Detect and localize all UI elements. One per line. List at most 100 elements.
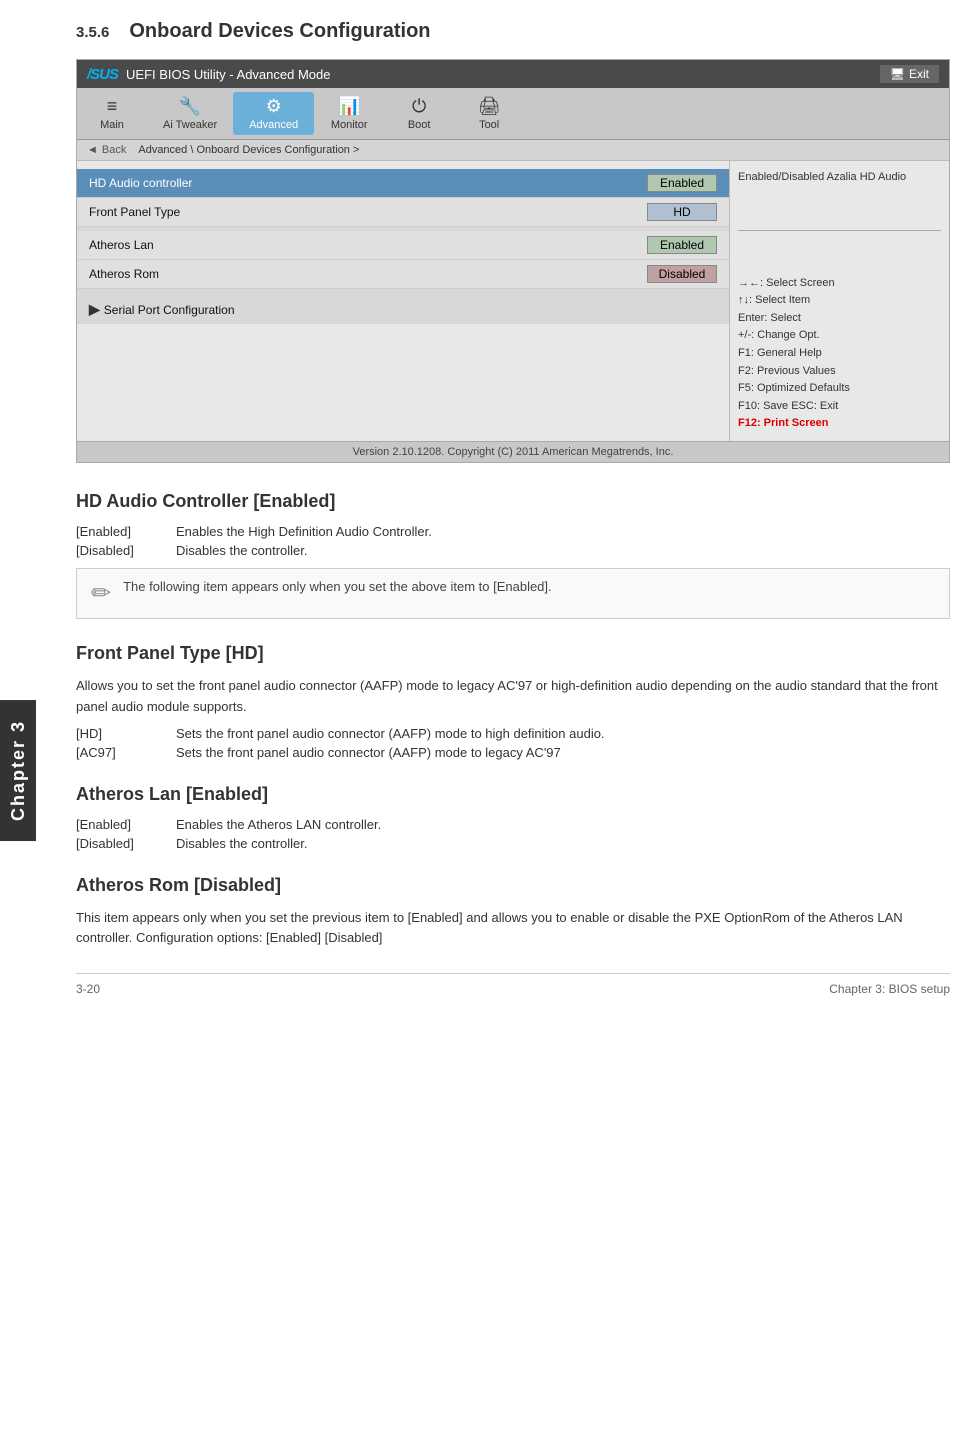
section-front-panel: Front Panel Type [HD] Allows you to set … [76, 643, 950, 760]
option-key-disabled: [Disabled] [76, 543, 176, 558]
nav-label-main: Main [100, 119, 124, 131]
bios-submenu-serial-port[interactable]: ▶ Serial Port Configuration [77, 295, 729, 324]
bios-row-hd-audio[interactable]: HD Audio controller Enabled [77, 169, 729, 198]
option-desc-ac97: Sets the front panel audio connector (AA… [176, 745, 561, 760]
shortcut-f1: F1: General Help [738, 345, 941, 363]
submenu-arrow-icon: ▶ [89, 301, 100, 318]
bios-version: Version 2.10.1208. Copyright (C) 2011 Am… [77, 441, 949, 462]
boot-icon: ⏻ [412, 96, 426, 117]
back-label[interactable]: Back [102, 144, 126, 156]
bios-row-front-panel[interactable]: Front Panel Type HD [77, 198, 729, 227]
nav-item-monitor[interactable]: 📊 Monitor [314, 92, 384, 135]
shortcut-change-opt: +/-: Change Opt. [738, 327, 941, 345]
atheros-lan-option-enabled: [Enabled] Enables the Atheros LAN contro… [76, 817, 950, 832]
shortcut-f12: F12: Print Screen [738, 415, 941, 433]
footer-right: Chapter 3: BIOS setup [829, 982, 950, 996]
shortcut-select-item: ↑↓: Select Item [738, 292, 941, 310]
nav-label-monitor: Monitor [331, 119, 368, 131]
row-label-hd-audio: HD Audio controller [89, 176, 647, 190]
section-heading: 3.5.6 Onboard Devices Configuration [76, 20, 950, 43]
nav-item-tool[interactable]: 🖨 Tool [454, 92, 524, 135]
atheros-lan-heading: Atheros Lan [Enabled] [76, 784, 950, 807]
nav-label-ai-tweaker: Ai Tweaker [163, 119, 217, 131]
front-panel-body: Allows you to set the front panel audio … [76, 676, 950, 718]
row-label-front-panel: Front Panel Type [89, 205, 647, 219]
back-arrow-icon: ◄ [87, 144, 98, 156]
note-box: ✏ The following item appears only when y… [76, 568, 950, 619]
row-value-front-panel: HD [647, 203, 717, 221]
row-value-atheros-lan: Enabled [647, 236, 717, 254]
atheros-lan-desc-enabled: Enables the Atheros LAN controller. [176, 817, 381, 832]
hd-audio-option-disabled: [Disabled] Disables the controller. [76, 543, 950, 558]
exit-icon: 🖥 [890, 67, 905, 81]
shortcut-select-screen: →←: Select Screen [738, 275, 941, 293]
shortcut-f10-esc: F10: Save ESC: Exit [738, 398, 941, 416]
section-atheros-lan: Atheros Lan [Enabled] [Enabled] Enables … [76, 784, 950, 851]
bios-titlebar: /SUS UEFI BIOS Utility - Advanced Mode 🖥… [77, 60, 949, 88]
hd-audio-option-enabled: [Enabled] Enables the High Definition Au… [76, 524, 950, 539]
atheros-lan-key-enabled: [Enabled] [76, 817, 176, 832]
nav-label-advanced: Advanced [249, 119, 298, 131]
bios-titlebar-left: /SUS UEFI BIOS Utility - Advanced Mode [87, 66, 330, 83]
exit-button[interactable]: 🖥 Exit [880, 65, 939, 83]
front-panel-option-ac97: [AC97] Sets the front panel audio connec… [76, 745, 950, 760]
chapter-label: Chapter 3 [8, 720, 28, 821]
atheros-lan-option-disabled: [Disabled] Disables the controller. [76, 836, 950, 851]
hd-audio-heading: HD Audio Controller [Enabled] [76, 491, 950, 514]
bios-right-panel: Enabled/Disabled Azalia HD Audio →←: Sel… [729, 161, 949, 441]
option-key-ac97: [AC97] [76, 745, 176, 760]
advanced-icon: ⚙ [266, 96, 282, 117]
section-atheros-rom: Atheros Rom [Disabled] This item appears… [76, 875, 950, 950]
shortcut-f5: F5: Optimized Defaults [738, 380, 941, 398]
breadcrumb-path: Advanced \ Onboard Devices Configuration… [138, 144, 359, 156]
row-value-hd-audio: Enabled [647, 174, 717, 192]
bios-nav: ≡ Main 🔧 Ai Tweaker ⚙ Advanced 📊 Monitor [77, 88, 949, 140]
row-label-atheros-rom: Atheros Rom [89, 267, 647, 281]
option-desc-enabled: Enables the High Definition Audio Contro… [176, 524, 432, 539]
section-title: Onboard Devices Configuration [129, 20, 430, 43]
row-value-atheros-rom: Disabled [647, 265, 717, 283]
nav-label-boot: Boot [408, 119, 431, 131]
nav-item-advanced[interactable]: ⚙ Advanced [233, 92, 314, 135]
row-label-atheros-lan: Atheros Lan [89, 238, 647, 252]
bios-title-text: UEFI BIOS Utility - Advanced Mode [126, 67, 330, 82]
bios-left-panel: HD Audio controller Enabled Front Panel … [77, 161, 729, 441]
atheros-rom-heading: Atheros Rom [Disabled] [76, 875, 950, 898]
front-panel-option-hd: [HD] Sets the front panel audio connecto… [76, 726, 950, 741]
bios-help-text: Enabled/Disabled Azalia HD Audio [738, 169, 941, 186]
atheros-lan-desc-disabled: Disables the controller. [176, 836, 308, 851]
nav-label-tool: Tool [479, 119, 499, 131]
asus-logo: /SUS [87, 66, 118, 83]
main-icon: ≡ [107, 96, 118, 117]
nav-item-main[interactable]: ≡ Main [77, 92, 147, 135]
bios-row-atheros-lan[interactable]: Atheros Lan Enabled [77, 231, 729, 260]
section-hd-audio: HD Audio Controller [Enabled] [Enabled] … [76, 491, 950, 619]
bios-content: HD Audio controller Enabled Front Panel … [77, 161, 949, 441]
bios-ui-box: /SUS UEFI BIOS Utility - Advanced Mode 🖥… [76, 59, 950, 463]
bios-row-atheros-rom[interactable]: Atheros Rom Disabled [77, 260, 729, 289]
bios-breadcrumb: ◄ Back Advanced \ Onboard Devices Config… [77, 140, 949, 161]
submenu-label: Serial Port Configuration [104, 303, 235, 317]
nav-item-boot[interactable]: ⏻ Boot [384, 92, 454, 135]
note-icon: ✏ [91, 579, 111, 608]
page-footer: 3-20 Chapter 3: BIOS setup [76, 973, 950, 996]
atheros-lan-key-disabled: [Disabled] [76, 836, 176, 851]
atheros-rom-body: This item appears only when you set the … [76, 908, 950, 950]
option-key-enabled: [Enabled] [76, 524, 176, 539]
exit-label: Exit [909, 67, 929, 81]
shortcut-enter: Enter: Select [738, 310, 941, 328]
chapter-sidebar: Chapter 3 [0, 700, 36, 841]
footer-left: 3-20 [76, 982, 100, 996]
option-key-hd: [HD] [76, 726, 176, 741]
option-desc-hd: Sets the front panel audio connector (AA… [176, 726, 605, 741]
monitor-icon: 📊 [338, 96, 360, 117]
front-panel-heading: Front Panel Type [HD] [76, 643, 950, 666]
tool-icon: 🖨 [478, 96, 501, 117]
bios-shortcuts: →←: Select Screen ↑↓: Select Item Enter:… [738, 275, 941, 433]
note-text: The following item appears only when you… [123, 579, 552, 594]
nav-item-ai-tweaker[interactable]: 🔧 Ai Tweaker [147, 92, 233, 135]
ai-tweaker-icon: 🔧 [179, 96, 201, 117]
option-desc-disabled: Disables the controller. [176, 543, 308, 558]
shortcut-f2: F2: Previous Values [738, 363, 941, 381]
section-number: 3.5.6 [76, 24, 109, 41]
